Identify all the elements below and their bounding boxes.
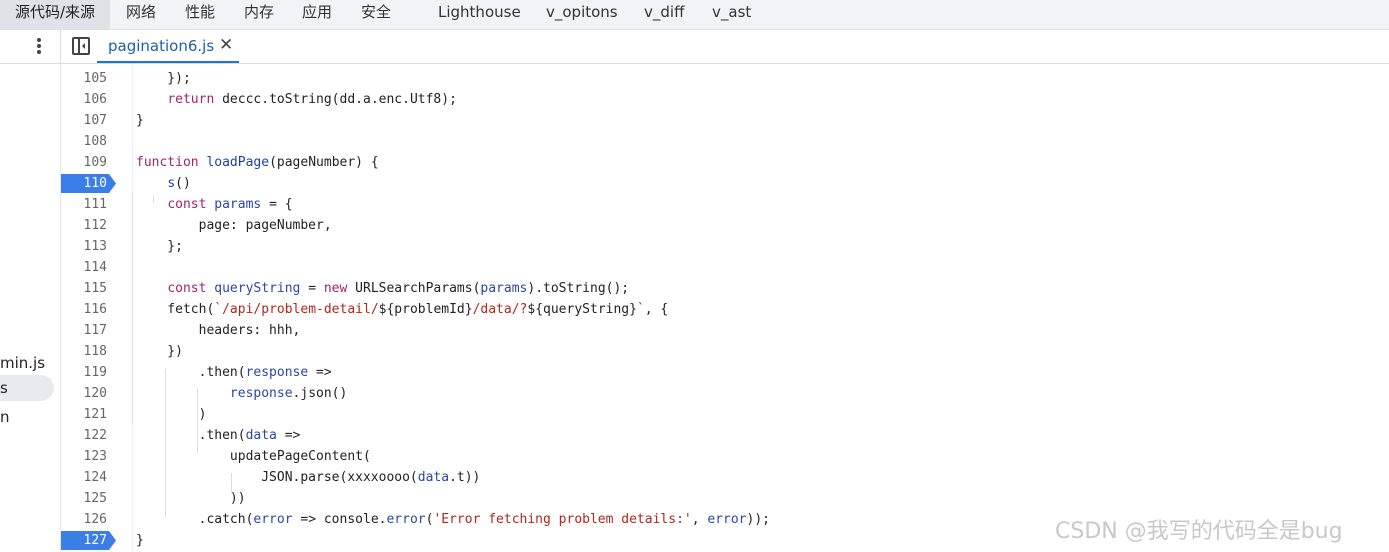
- code-line[interactable]: 110 s(): [61, 173, 1389, 194]
- code-line[interactable]: 106 return deccc.toString(dd.a.enc.Utf8)…: [61, 89, 1389, 110]
- devtools-tab[interactable]: v_diff: [635, 0, 695, 29]
- line-number[interactable]: 116: [61, 299, 107, 320]
- code-line[interactable]: 113 };: [61, 236, 1389, 257]
- devtools-tab[interactable]: 内存: [235, 0, 287, 29]
- navigator-file-item[interactable]: min.js: [0, 350, 45, 376]
- code-line[interactable]: 108: [61, 131, 1389, 152]
- code-line[interactable]: 115 const queryString = new URLSearchPar…: [61, 278, 1389, 299]
- line-number[interactable]: 117: [61, 320, 107, 341]
- line-number[interactable]: 109: [61, 152, 107, 173]
- toggle-navigator-icon[interactable]: [72, 37, 90, 55]
- more-options-icon[interactable]: [29, 36, 49, 58]
- indent-guide: [165, 369, 166, 517]
- code-line[interactable]: 117 headers: hhh,: [61, 320, 1389, 341]
- devtools-tab[interactable]: v_opitons: [537, 0, 629, 29]
- code-line[interactable]: 124 JSON.parse(xxxxoooo(data.t)): [61, 467, 1389, 488]
- devtools-tab[interactable]: 网络: [117, 0, 169, 29]
- toolbar-divider: [60, 30, 61, 63]
- code-text: response.json(): [229, 386, 348, 401]
- indent-guide: [197, 389, 198, 453]
- line-number[interactable]: 125: [61, 488, 107, 509]
- code-text: updatePageContent(: [136, 449, 371, 464]
- navigator-file-item[interactable]: s: [0, 375, 54, 401]
- code-text: return deccc.toString(dd.a.enc.Utf8);: [167, 92, 457, 107]
- devtools-tab[interactable]: 源代码/来源: [0, 0, 110, 29]
- indent-guide: [231, 473, 232, 493]
- line-number[interactable]: 114: [61, 257, 107, 278]
- line-number[interactable]: 111: [61, 194, 107, 215]
- code-text: page: pageNumber,: [136, 218, 332, 233]
- devtools-tab-bar: 源代码/来源 网络 性能 内存 应用 安全 Lighthouse v_opitons v_dif…: [0, 0, 1389, 30]
- line-number[interactable]: 113: [61, 236, 107, 257]
- code-text: fetch(`/api/problem-detail/${problemId}/…: [136, 302, 669, 317]
- line-number[interactable]: 115: [61, 278, 107, 299]
- code-text: const queryString = new URLSearchParams(…: [167, 281, 630, 296]
- line-number[interactable]: 105: [61, 68, 107, 89]
- line-number[interactable]: 121: [61, 404, 107, 425]
- devtools-tab[interactable]: 安全: [352, 0, 404, 29]
- code-text: });: [136, 71, 191, 86]
- line-number[interactable]: 110: [61, 173, 107, 194]
- code-line[interactable]: 123 updatePageContent(: [61, 446, 1389, 467]
- line-number[interactable]: 123: [61, 446, 107, 467]
- indent-guide: [132, 194, 133, 424]
- code-text: .then(data =>: [136, 428, 301, 443]
- code-line[interactable]: 105 });: [61, 68, 1389, 89]
- code-line[interactable]: 125 )): [61, 488, 1389, 509]
- devtools-tab[interactable]: v_ast: [703, 0, 763, 29]
- navigator-file-item[interactable]: n: [0, 404, 10, 430]
- line-number[interactable]: 127: [61, 530, 107, 551]
- line-number[interactable]: 124: [61, 467, 107, 488]
- code-line[interactable]: 109 function loadPage(pageNumber) {: [61, 152, 1389, 173]
- code-text: }: [136, 113, 144, 128]
- line-number[interactable]: 106: [61, 89, 107, 110]
- code-text: ): [136, 407, 207, 422]
- code-text: function loadPage(pageNumber) {: [136, 155, 379, 170]
- code-line[interactable]: 122 .then(data =>: [61, 425, 1389, 446]
- code-text: headers: hhh,: [136, 323, 301, 338]
- code-line[interactable]: 114: [61, 257, 1389, 278]
- line-number[interactable]: 126: [61, 509, 107, 530]
- code-line[interactable]: 121 ): [61, 404, 1389, 425]
- code-line[interactable]: 120 response.json(): [61, 383, 1389, 404]
- code-text: };: [136, 239, 183, 254]
- line-number[interactable]: 107: [61, 110, 107, 131]
- code-line[interactable]: 112 page: pageNumber,: [61, 215, 1389, 236]
- code-text: const params = {: [167, 197, 293, 212]
- code-text: )): [136, 491, 246, 506]
- file-navigator: min.js s n: [0, 64, 60, 552]
- devtools-tab[interactable]: Lighthouse: [429, 0, 529, 29]
- code-line[interactable]: 119 .then(response =>: [61, 362, 1389, 383]
- devtools-tab[interactable]: 应用: [293, 0, 345, 29]
- code-line[interactable]: 118 }): [61, 341, 1389, 362]
- code-text: .catch(error => console.error('Error fet…: [136, 512, 770, 527]
- file-tab-name: pagination6.js: [108, 37, 215, 55]
- code-line[interactable]: 116 fetch(`/api/problem-detail/${problem…: [61, 299, 1389, 320]
- line-number[interactable]: 112: [61, 215, 107, 236]
- code-text: }): [136, 344, 183, 359]
- close-icon[interactable]: ✕: [219, 35, 233, 55]
- line-number[interactable]: 118: [61, 341, 107, 362]
- code-line[interactable]: 107}: [61, 110, 1389, 131]
- code-editor[interactable]: 105 }); 106 return deccc.toString(dd.a.en…: [61, 64, 1389, 552]
- watermark: CSDN @我写的代码全是bug: [1055, 519, 1343, 544]
- file-tab[interactable]: pagination6.js ✕: [97, 30, 239, 63]
- devtools-tab[interactable]: 性能: [176, 0, 228, 29]
- code-line[interactable]: 111 const params = {: [61, 194, 1389, 215]
- line-number[interactable]: 120: [61, 383, 107, 404]
- code-text: JSON.parse(xxxxoooo(data.t)): [136, 470, 481, 485]
- code-text: }: [136, 533, 144, 548]
- line-number[interactable]: 108: [61, 131, 107, 152]
- indent-guide: [153, 195, 154, 203]
- code-text: s(): [167, 176, 191, 191]
- line-number[interactable]: 122: [61, 425, 107, 446]
- line-number[interactable]: 119: [61, 362, 107, 383]
